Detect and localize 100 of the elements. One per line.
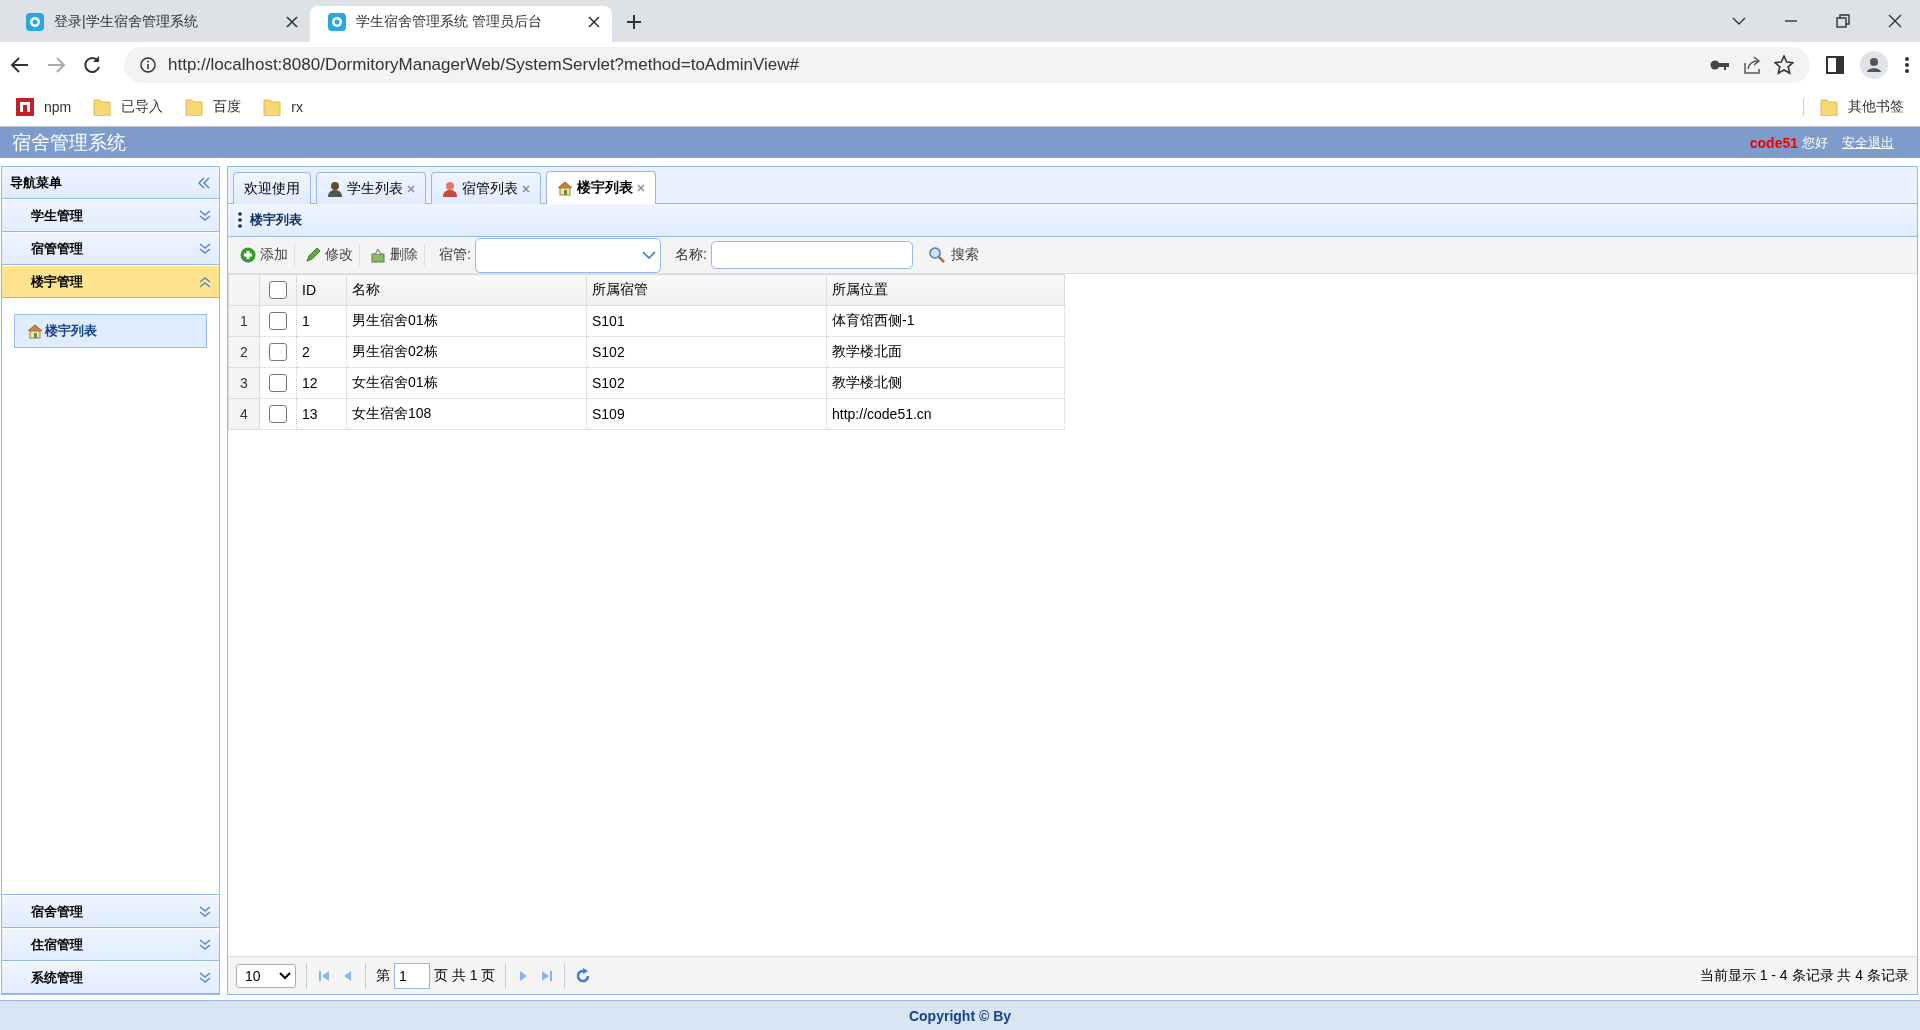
chevron-down-icon: [199, 938, 211, 951]
table-cell: 教学楼北面: [826, 336, 1065, 368]
close-icon[interactable]: [588, 16, 600, 28]
page-size-select[interactable]: 10: [236, 963, 296, 988]
tab[interactable]: 学生列表: [316, 172, 426, 204]
close-icon[interactable]: [286, 16, 298, 28]
page-info: 当前显示 1 - 4 条记录 共 4 条记录: [1699, 966, 1909, 985]
page-input[interactable]: 1: [394, 962, 430, 989]
chevron-down-icon: [199, 971, 211, 984]
tab[interactable]: 宿管列表: [431, 172, 541, 204]
star-icon[interactable]: [1774, 54, 1794, 75]
chevron-down-icon: [199, 242, 211, 255]
checkbox[interactable]: [269, 343, 287, 362]
avatar-icon[interactable]: [1860, 50, 1888, 79]
table-cell: 教学楼北侧: [826, 367, 1065, 399]
input-field[interactable]: [710, 241, 913, 269]
table-cell: 1: [296, 305, 347, 337]
bookmark[interactable]: 已导入: [93, 97, 164, 116]
table-cell: 女生宿舍108: [346, 398, 587, 430]
checkbox[interactable]: [269, 281, 287, 300]
close-icon[interactable]: [1888, 14, 1902, 28]
toolbar-button[interactable]: 修改: [299, 244, 360, 266]
accordion-header[interactable]: 宿舍管理: [2, 895, 219, 928]
table-cell: S101: [586, 305, 827, 337]
folder-icon: [185, 97, 204, 116]
checkbox[interactable]: [269, 374, 287, 393]
npm-icon: [16, 97, 34, 116]
panel-title: 楼宇列表: [250, 211, 302, 229]
table-cell: S109: [586, 398, 827, 430]
table-cell: 2: [296, 336, 347, 368]
new-tab-icon[interactable]: [626, 14, 642, 30]
footer-text: Copyright © By: [0, 1000, 1920, 1030]
search-icon: [928, 247, 945, 263]
table-cell: S102: [586, 367, 827, 399]
folder-icon: [93, 97, 112, 116]
column-header[interactable]: 所属位置: [826, 274, 1065, 306]
table-cell: 13: [296, 398, 347, 430]
person-icon: [442, 180, 458, 197]
row-number: 3: [228, 367, 260, 399]
bookmark[interactable]: rx: [263, 97, 303, 116]
accordion-header[interactable]: 楼宇管理: [2, 265, 219, 298]
table-cell: 体育馆西侧-1: [826, 305, 1065, 337]
toolbar-button[interactable]: 添加: [234, 244, 295, 266]
accordion-header[interactable]: 宿管管理: [2, 232, 219, 265]
refresh-icon[interactable]: [575, 967, 592, 984]
chevron-down-icon: [199, 905, 211, 918]
checkbox[interactable]: [269, 312, 287, 331]
table-cell: 女生宿舍01栋: [346, 367, 587, 399]
select-field[interactable]: [474, 237, 661, 273]
row-number: 1: [228, 305, 260, 337]
column-header[interactable]: 名称: [346, 274, 587, 306]
bookmark[interactable]: 百度: [185, 97, 242, 116]
share-icon[interactable]: [1742, 54, 1762, 75]
accordion-header[interactable]: 系统管理: [2, 961, 219, 994]
filter-label: 名称:: [674, 246, 707, 264]
tray-icon: [370, 247, 386, 263]
page-count: 页 共 1 页: [434, 966, 496, 985]
info-icon: [140, 56, 156, 73]
chevron-down-icon: [279, 971, 291, 980]
back-icon[interactable]: [10, 54, 30, 75]
table-cell: 12: [296, 367, 347, 399]
menu-icon[interactable]: [1904, 55, 1910, 74]
tab[interactable]: 欢迎使用: [233, 172, 311, 204]
chevron-down-icon: [199, 209, 211, 222]
forward-icon: [46, 54, 66, 75]
table-cell: http://code51.cn: [826, 398, 1065, 430]
side-panel-icon[interactable]: [1826, 55, 1844, 74]
site-icon: [26, 13, 44, 31]
column-header[interactable]: ID: [296, 274, 347, 306]
address-bar[interactable]: http://localhost:8080/DormitoryManagerWeb/SystemServlet?method=toAdminView#: [124, 46, 1810, 83]
person-icon: [327, 180, 343, 197]
plus-icon: [240, 247, 256, 263]
table-cell: 男生宿舍01栋: [346, 305, 587, 337]
chevron-up-icon: [199, 275, 211, 288]
browser-tab[interactable]: 登录|学生宿舍管理系统: [8, 6, 310, 42]
chevron-down-icon: [641, 250, 656, 260]
reload-icon[interactable]: [82, 54, 102, 75]
page-label: 第: [376, 966, 390, 985]
tab[interactable]: 楼宇列表: [546, 171, 656, 204]
bookmark[interactable]: npm: [16, 97, 72, 116]
bookmark[interactable]: 其他书签: [1803, 97, 1904, 116]
collapse-icon[interactable]: [197, 176, 211, 189]
accordion-header[interactable]: 学生管理: [2, 199, 219, 232]
search-button[interactable]: 搜索: [922, 245, 985, 265]
vertical-dots-icon: [238, 212, 242, 228]
restore-icon[interactable]: [1836, 14, 1850, 28]
toolbar-button[interactable]: 删除: [364, 244, 425, 266]
app-title: 宿舍管理系统: [12, 130, 127, 155]
house-icon: [557, 180, 573, 196]
table-cell: S102: [586, 336, 827, 368]
menu-item[interactable]: 楼宇列表: [14, 314, 207, 348]
row-number: 4: [228, 398, 260, 430]
accordion-header[interactable]: 住宿管理: [2, 928, 219, 961]
folder-icon: [263, 97, 282, 116]
checkbox[interactable]: [269, 405, 287, 424]
table-cell: 男生宿舍02栋: [346, 336, 587, 368]
house-icon: [27, 323, 43, 339]
sidebar-title: 导航菜单: [10, 173, 63, 192]
column-header[interactable]: 所属宿管: [586, 274, 827, 306]
browser-tab[interactable]: 学生宿舍管理系统 管理员后台: [310, 6, 612, 42]
